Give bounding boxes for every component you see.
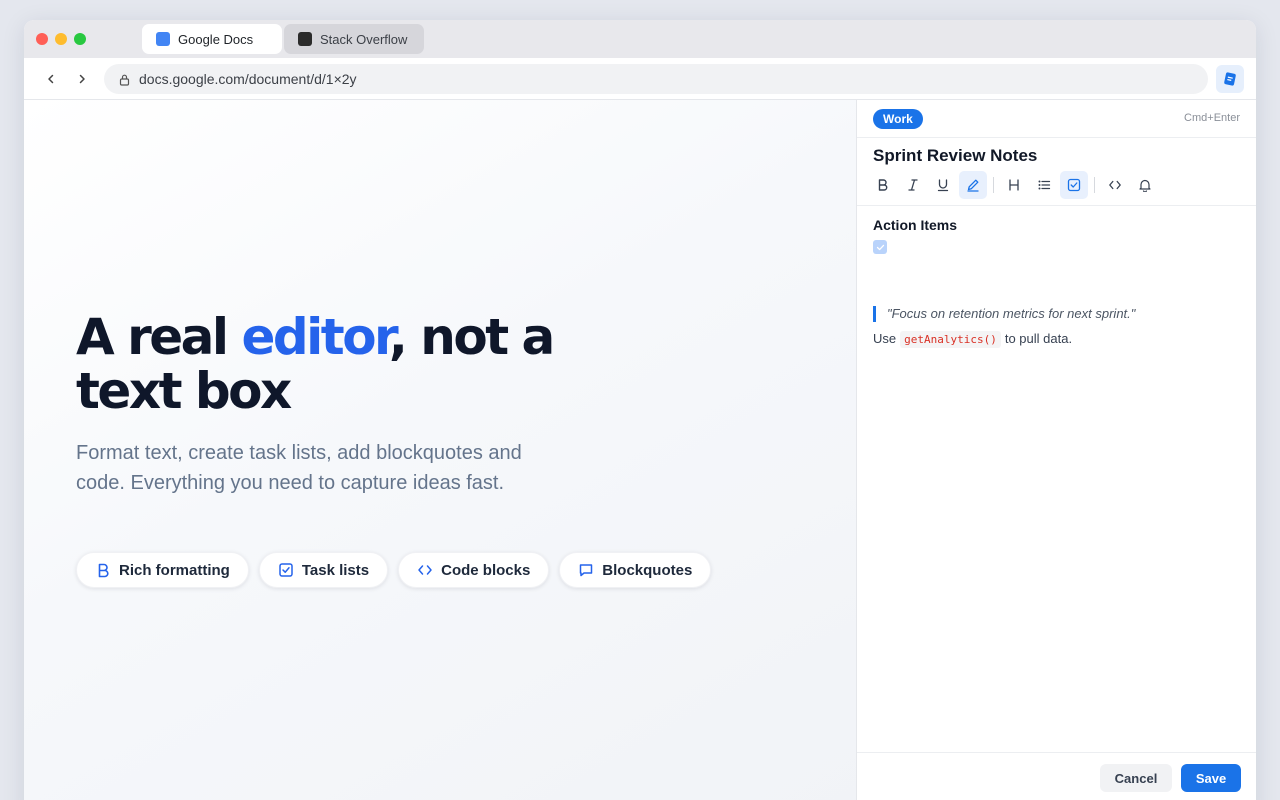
doc-extension-button[interactable] — [1216, 65, 1244, 93]
inline-code: getAnalytics() — [900, 331, 1001, 348]
url-text: docs.google.com/document/d/1×2y — [139, 71, 357, 87]
doc-extension-icon — [1224, 72, 1236, 86]
close-window-button[interactable] — [36, 33, 48, 45]
google-docs-icon — [156, 32, 170, 46]
tab-label: Google Docs — [178, 31, 254, 47]
section-heading: Action Items — [873, 217, 958, 233]
italic-icon — [908, 179, 918, 191]
chip-label: Rich formatting — [119, 561, 230, 579]
checkmark-icon — [876, 244, 884, 250]
toolbar-divider-line — [857, 205, 1256, 206]
hero-title-accent: editor — [241, 308, 391, 366]
highlight-button[interactable] — [959, 171, 987, 199]
panel-header: Work Cmd+Enter — [857, 100, 1256, 138]
note-title[interactable]: Sprint Review Notes — [873, 146, 1037, 166]
code-icon — [417, 562, 433, 578]
chip-code-blocks[interactable]: Code blocks — [398, 552, 550, 588]
cancel-button[interactable]: Cancel — [1100, 764, 1172, 792]
chip-task-lists[interactable]: Task lists — [258, 552, 389, 588]
tab-label: Stack Overflow — [320, 31, 408, 47]
save-button[interactable]: Save — [1181, 764, 1241, 792]
chip-label: Task lists — [301, 561, 370, 579]
hero-subtitle: Format text, create task lists, add bloc… — [76, 442, 522, 494]
bell-icon — [1139, 179, 1151, 192]
pen-icon — [967, 179, 979, 192]
lock-icon — [118, 73, 131, 86]
task-list-button[interactable] — [1060, 171, 1088, 199]
chip-rich-formatting[interactable]: Rich formatting — [76, 552, 249, 588]
checkbox-icon — [1067, 178, 1081, 192]
shortcut-hint: Cmd+Enter — [1184, 112, 1240, 124]
bullet-list-icon — [1038, 180, 1051, 190]
italic-button[interactable] — [899, 171, 927, 199]
address-bar: docs.google.com/document/d/1×2y — [24, 58, 1256, 100]
bullet-list-button[interactable] — [1030, 171, 1058, 199]
bold-icon — [95, 562, 111, 578]
bold-button[interactable] — [869, 171, 897, 199]
hero-title: A real editor, not a text box — [76, 310, 636, 418]
underline-icon — [937, 179, 949, 192]
toolbar-divider — [993, 177, 994, 193]
code-button[interactable] — [1101, 171, 1129, 199]
heading-button[interactable] — [1000, 171, 1028, 199]
browser-window: Google Docs Stack Overflow docs.google.c… — [24, 20, 1256, 800]
hero-title-part1: A real — [76, 308, 242, 366]
chip-blockquotes[interactable]: Blockquotes — [559, 552, 712, 588]
back-button[interactable] — [40, 68, 62, 90]
comment-icon — [578, 562, 594, 578]
tab-google-docs[interactable]: Google Docs — [142, 24, 282, 54]
tab-stack-overflow[interactable]: Stack Overflow — [284, 24, 424, 54]
chevron-left-icon — [48, 74, 54, 84]
task-checkbox[interactable] — [873, 240, 887, 254]
toolbar-divider — [1094, 177, 1095, 193]
code-line: Use getAnalytics() to pull data. — [873, 330, 1072, 349]
tag-badge[interactable]: Work — [873, 109, 923, 129]
forward-button[interactable] — [71, 68, 93, 90]
landing-page: A real editor, not a text box Format tex… — [24, 100, 856, 800]
feature-chips: Rich formatting Task lists Code blocks B… — [76, 552, 712, 588]
url-field[interactable]: docs.google.com/document/d/1×2y — [104, 64, 1208, 94]
code-line-after: to pull data. — [1004, 331, 1073, 346]
bold-icon — [878, 179, 888, 191]
reminder-button[interactable] — [1131, 171, 1159, 199]
stack-overflow-icon — [298, 32, 312, 46]
panel-footer: Cancel Save — [857, 752, 1256, 800]
chip-label: Blockquotes — [602, 561, 693, 579]
blockquote: "Focus on retention metrics for next spr… — [873, 306, 1135, 322]
checkbox-icon — [278, 562, 294, 578]
chip-label: Code blocks — [441, 561, 531, 579]
heading-icon — [1009, 179, 1019, 191]
underline-button[interactable] — [929, 171, 957, 199]
code-line-before: Use — [873, 331, 897, 346]
tab-bar: Google Docs Stack Overflow — [24, 20, 1256, 58]
chevron-right-icon — [79, 74, 85, 84]
maximize-window-button[interactable] — [74, 33, 86, 45]
minimize-window-button[interactable] — [55, 33, 67, 45]
editor-panel: Work Cmd+Enter Sprint Review Notes Actio… — [856, 100, 1256, 800]
code-icon — [1109, 180, 1121, 190]
format-toolbar — [869, 170, 1161, 200]
